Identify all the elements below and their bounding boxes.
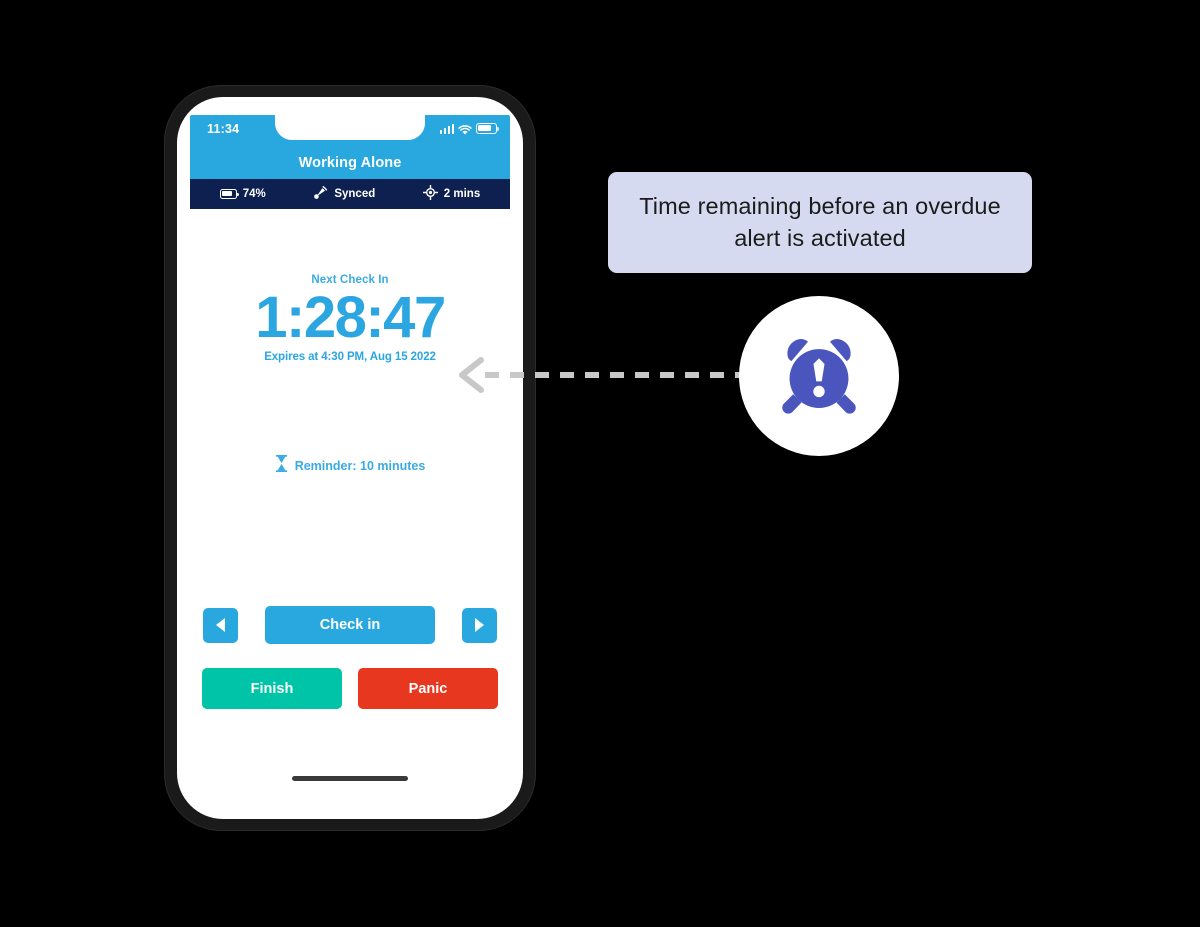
app-content: Next Check In 1:28:47 Expires at 4:30 PM… — [190, 209, 510, 801]
next-button[interactable] — [462, 607, 497, 643]
device-status-bar: 11:34 — [190, 115, 510, 147]
phone-bezel: 11:34 Working Alone 74% Synced 2 mins Ne… — [177, 97, 523, 819]
status-info-strip: 74% Synced 2 mins — [190, 179, 510, 209]
callout-text: Time remaining before an overdue alert i… — [639, 193, 1001, 251]
countdown-timer-value: 1:28:47 — [255, 285, 446, 350]
reminder-row: Reminder: 10 minutes — [190, 454, 510, 478]
battery-icon — [219, 189, 239, 199]
battery-status-item: 74% — [219, 188, 266, 200]
secondary-action-row: Finish Panic — [190, 668, 510, 709]
page-title: Working Alone — [298, 155, 402, 171]
alarm-clock-alert-icon — [773, 328, 865, 425]
status-bar-icons — [439, 123, 500, 135]
sync-status-item: Synced — [313, 185, 375, 203]
panic-button[interactable]: Panic — [358, 668, 498, 709]
battery-icon — [476, 123, 500, 134]
device-notch — [275, 115, 425, 140]
phone-screen: 11:34 Working Alone 74% Synced 2 mins Ne… — [190, 115, 510, 801]
check-in-button[interactable]: Check in — [265, 606, 435, 644]
previous-button[interactable] — [203, 607, 238, 643]
screenshot-canvas: 11:34 Working Alone 74% Synced 2 mins Ne… — [0, 0, 1200, 927]
chevron-right-icon — [475, 618, 484, 632]
primary-action-row: Check in — [190, 606, 510, 644]
status-bar-clock: 11:34 — [207, 122, 240, 136]
reminder-label: Reminder: 10 minutes — [294, 459, 426, 473]
hourglass-icon — [275, 454, 288, 478]
signal-bars-icon — [439, 123, 454, 134]
sync-label: Synced — [334, 188, 376, 200]
callout-tooltip: Time remaining before an overdue alert i… — [608, 172, 1032, 273]
location-target-icon — [422, 184, 439, 203]
home-indicator — [292, 776, 408, 781]
countdown-block: Next Check In 1:28:47 Expires at 4:30 PM… — [190, 274, 510, 363]
wifi-icon — [458, 123, 472, 135]
location-label: 2 mins — [443, 188, 481, 200]
alarm-badge — [739, 296, 899, 456]
dashed-left-arrow-icon — [455, 356, 745, 394]
app-header: Working Alone — [190, 147, 510, 179]
phone-frame: 11:34 Working Alone 74% Synced 2 mins Ne… — [165, 86, 535, 830]
location-status-item: 2 mins — [422, 184, 481, 203]
sync-signal-icon — [313, 185, 328, 203]
chevron-left-icon — [216, 618, 225, 632]
battery-label: 74% — [242, 188, 266, 200]
finish-button[interactable]: Finish — [202, 668, 342, 709]
